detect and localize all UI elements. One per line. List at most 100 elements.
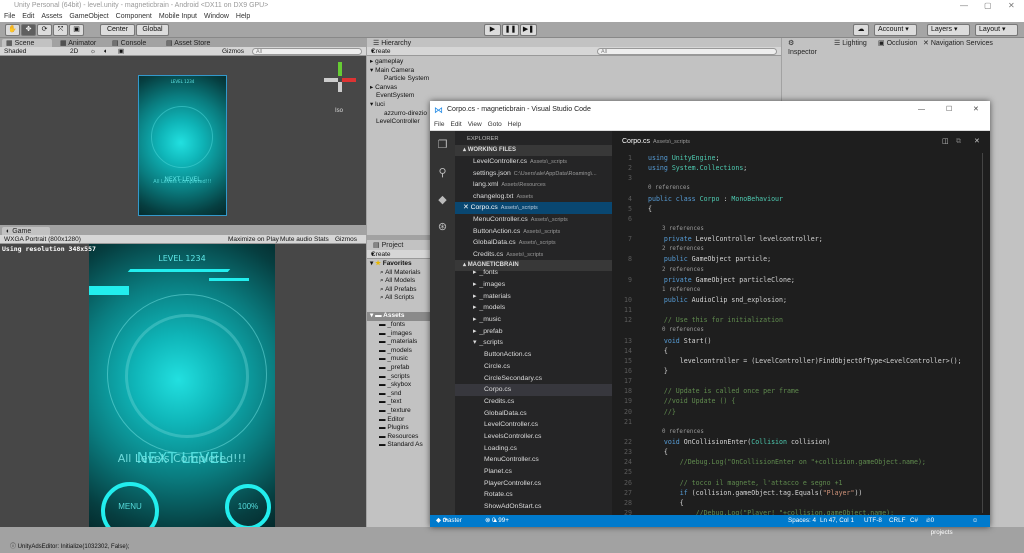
favorite-item[interactable]: ⌕ All Materials [370,269,434,278]
vscode-menu-edit[interactable]: Edit [450,121,461,128]
working-file-item[interactable]: changelog.txt Assets [455,191,612,203]
language-mode[interactable]: C# [910,515,918,527]
working-file-item[interactable]: MenuController.cs Assets\_scripts [455,214,612,226]
menu-component[interactable]: Component [116,13,152,20]
editor-tab[interactable]: Corpo.cs Assets\_scripts ◫ ⧉ ✕ [612,131,990,153]
file-tree-item[interactable]: Planet.cs [455,466,612,478]
code-line[interactable]: 14 { [612,346,990,356]
vscode-menu-help[interactable]: Help [508,121,521,128]
projects-status[interactable]: 🔥︎ 0 projects [926,515,953,536]
resolution-dropdown[interactable]: WXGA Portrait (800x1280) [4,235,81,244]
code-line[interactable]: 25 [612,467,990,477]
move-tool-icon[interactable]: ✥ [21,24,36,36]
code-line[interactable]: 12 // Use this for initialization [612,315,990,325]
play-button[interactable]: ▶ [484,24,501,36]
audio-toggle-icon[interactable]: 🔈︎ [104,47,108,56]
asset-folder[interactable]: ▬ Resources [379,433,423,442]
effects-toggle-icon[interactable]: ▣ [118,47,124,56]
file-tree-item[interactable]: CircleSecondary.cs [455,373,612,385]
hierarchy-item[interactable]: ▾ luci [370,101,429,110]
code-line[interactable]: 23 { [612,447,990,457]
file-tree-item[interactable]: Rotate.cs [455,489,612,501]
minimize-button[interactable]: — [960,0,968,11]
menu-window[interactable]: Window [204,13,229,20]
asset-folder[interactable]: ▬ _music [379,355,423,364]
code-line[interactable]: 28 { [612,498,990,508]
hierarchy-item[interactable]: EventSystem [370,92,429,101]
file-tree-item[interactable]: ShowAdOnStart.cs [455,501,612,513]
favorite-item[interactable]: ⌕ All Models [370,277,434,286]
feedback-smiley-icon[interactable]: ☺ [972,515,978,527]
code-line[interactable]: 20 //} [612,407,990,417]
scene-search-input[interactable]: All [252,48,362,55]
asset-folder[interactable]: ▬ _fonts [379,321,423,330]
menu-assets[interactable]: Assets [41,13,62,20]
working-file-item[interactable]: ButtonAction.cs Assets\_scripts [455,226,612,238]
code-line[interactable]: 19 //void Update () { [612,396,990,406]
file-tree-item[interactable]: PlayerController.cs [455,478,612,490]
file-tree-item[interactable]: ▸ _images [455,279,612,291]
game-view[interactable]: LEVEL 1234 NEXT LEVEL All Levels Complet… [0,244,366,527]
hierarchy-item[interactable]: ▾ Main Camera [370,67,429,76]
code-line[interactable]: 15 levelcontroller = (LevelController)Fi… [612,356,990,366]
menu-help[interactable]: Help [236,13,250,20]
asset-folder[interactable]: ▬ Standard As [379,441,423,450]
working-file-item[interactable]: GlobalData.cs Assets\_scripts [455,237,612,249]
asset-folder[interactable]: ▬ Editor [379,416,423,425]
references-count[interactable]: 0 references [648,427,704,437]
mode-2d-toggle[interactable]: 2D [70,47,78,56]
tab-project[interactable]: ▤ Project [369,241,409,250]
rect-tool-icon[interactable]: ▣ [69,24,84,36]
hierarchy-create-button[interactable]: Create ▾ [371,47,391,56]
lighting-toggle-icon[interactable]: ☼ [90,47,96,56]
asset-folder[interactable]: ▬ _text [379,398,423,407]
asset-folder[interactable]: ▬ _skybox [379,381,423,390]
favorites-header[interactable]: ▾ ★ Favorites [370,260,434,269]
split-editor-icon[interactable]: ◫ [942,131,949,153]
project-create-button[interactable]: Create ▾ [371,250,391,259]
working-files-header[interactable]: ▴ WORKING FILES [455,145,612,156]
hierarchy-search-input[interactable]: All [597,48,777,55]
pivot-global-button[interactable]: Global [136,24,169,36]
file-tree-item[interactable]: Corpo.cs [455,384,612,396]
file-tree-item[interactable]: ▸ _models [455,302,612,314]
working-file-item[interactable]: lang.xml Assets\Resources [455,179,612,191]
account-dropdown[interactable]: Account ▾ [874,24,917,36]
vscode-minimize-button[interactable]: — [918,101,925,119]
code-line[interactable]: 10 public AudioClip snd_explosion; [612,295,990,305]
mute-audio-toggle[interactable]: Mute audio [280,235,312,244]
problems-indicator[interactable]: ⊗ 0 ▲ 99+ [485,515,509,527]
file-tree-item[interactable]: ▸ _music [455,314,612,326]
references-count[interactable]: 2 references [648,244,704,254]
working-file-item[interactable]: settings.json C:\Users\ale\AppData\Roamin… [455,168,612,180]
code-line[interactable]: 24 //Debug.Log("OnCollisionEnter on "+co… [612,457,990,467]
asset-folder[interactable]: ▬ Plugins [379,424,423,433]
file-tree-item[interactable]: Circle.cs [455,361,612,373]
stats-toggle[interactable]: Stats [314,235,329,244]
code-line[interactable]: 18 // Update is called once per frame [612,386,990,396]
file-tree-item[interactable]: Loading.cs [455,443,612,455]
favorite-item[interactable]: ⌕ All Scripts [370,294,434,303]
asset-folder[interactable]: ▬ _snd [379,390,423,399]
console-last-message[interactable]: UnityAdsEditor: Initialize(1032302, Fals… [18,544,130,550]
tab-navigation[interactable]: ✕ Navigation [919,39,968,48]
search-icon[interactable]: ⚲ [436,167,449,180]
cursor-position[interactable]: Ln 47, Col 1 [820,515,854,527]
code-line[interactable]: 29 //Debug.Log("Player! "+collision.game… [612,508,990,515]
code-line[interactable]: 2 using System.Collections; [612,163,990,173]
file-tree-item[interactable]: ▸ _fonts [455,267,612,279]
hierarchy-item[interactable]: ▸ gameplay [370,58,429,67]
tab-services[interactable]: Services [962,39,997,48]
file-tree-item[interactable]: ▸ _prefab [455,326,612,338]
asset-folder[interactable]: ▬ _images [379,330,423,339]
asset-folder[interactable]: ▬ _prefab [379,364,423,373]
code-line[interactable]: 27 if (collision.gameObject.tag.Equals("… [612,488,990,498]
vscode-menu-view[interactable]: View [468,121,482,128]
working-file-item[interactable]: ✕ Corpo.cs Assets\_scripts [455,202,612,214]
code-line[interactable]: 13 void Start() [612,336,990,346]
file-tree-item[interactable]: ▾ _scripts [455,337,612,349]
hand-tool-icon[interactable]: ✋ [5,24,20,36]
assets-header[interactable]: ▾ ▬ Assets [367,312,431,321]
scene-orientation-gizmo-icon[interactable] [322,62,358,98]
file-tree-item[interactable]: MenuController.cs [455,454,612,466]
